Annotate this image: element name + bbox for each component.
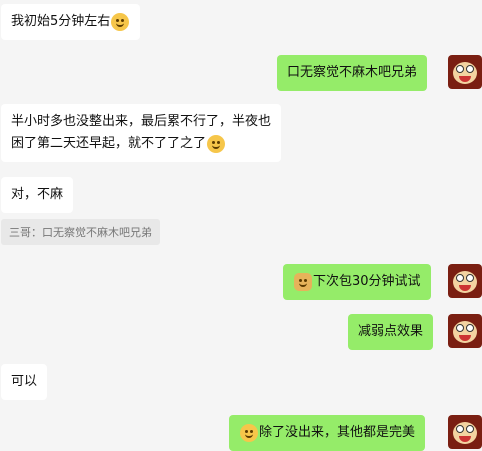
message-incoming[interactable]: 可以 <box>1 364 48 400</box>
laugh-cry-emoji-icon <box>207 135 226 153</box>
message-text: 口无察觉不麻木吧兄弟 <box>287 65 418 80</box>
quote-text: 三哥：口无察觉不麻木吧兄弟 <box>9 226 152 239</box>
message-incoming[interactable]: 半小时多也没整出来，最后累不行了，半夜也 困了第二天还早起，就不了了之了 <box>1 104 282 162</box>
laugh-cry-emoji-icon <box>111 13 130 31</box>
message-text: 下次包30分钟试试 <box>313 274 421 289</box>
monkey-avatar[interactable] <box>448 55 482 89</box>
message-incoming[interactable]: 对，不麻 <box>1 177 74 213</box>
monkey-avatar[interactable] <box>448 264 482 298</box>
message-outgoing[interactable]: 除了没出来，其他都是完美 <box>229 415 426 451</box>
message-text: 除了没出来，其他都是完美 <box>259 425 416 440</box>
message-text: 可以 <box>11 374 38 389</box>
message-outgoing[interactable]: 减弱点效果 <box>348 314 434 350</box>
monkey-avatar[interactable] <box>448 314 482 348</box>
message-outgoing[interactable]: 下次包30分钟试试 <box>283 264 431 300</box>
message-text: 我初始5分钟左右 <box>11 14 111 29</box>
message-text-line-1: 半小时多也没整出来，最后累不行了，半夜也 <box>11 114 272 129</box>
doge-emoji-icon <box>294 273 312 291</box>
message-text-line-2: 困了第二天还早起，就不了了之了 <box>11 136 207 151</box>
message-incoming[interactable]: 我初始5分钟左右 <box>1 4 141 40</box>
quoted-message[interactable]: 三哥：口无察觉不麻木吧兄弟 <box>1 219 160 245</box>
laugh-cry-emoji-icon <box>240 424 258 442</box>
message-text: 对，不麻 <box>11 187 64 202</box>
message-text: 减弱点效果 <box>358 324 424 339</box>
message-outgoing[interactable]: 口无察觉不麻木吧兄弟 <box>277 55 428 91</box>
monkey-avatar[interactable] <box>448 415 482 449</box>
